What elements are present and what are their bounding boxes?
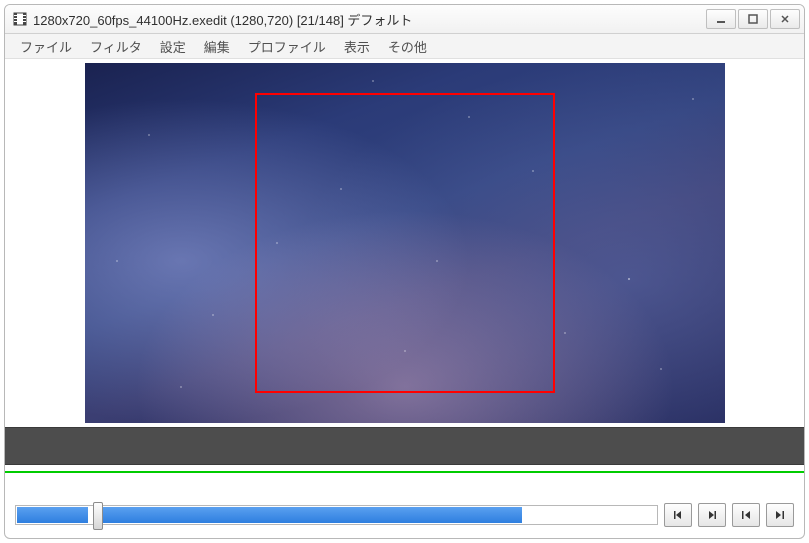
menu-view[interactable]: 表示	[337, 35, 377, 58]
prev-frame-button[interactable]	[664, 503, 692, 527]
menubar: ファイル フィルタ 設定 編集 プロファイル 表示 その他	[5, 34, 804, 59]
menu-setting[interactable]: 設定	[153, 35, 193, 58]
menu-other[interactable]: その他	[381, 35, 434, 58]
menu-file[interactable]: ファイル	[13, 35, 79, 58]
maximize-button[interactable]	[738, 9, 768, 29]
minimize-button[interactable]	[706, 9, 736, 29]
crop-selection-box[interactable]	[255, 93, 555, 393]
titlebar: 1280x720_60fps_44100Hz.exedit (1280,720)…	[5, 5, 804, 34]
app-window: 1280x720_60fps_44100Hz.exedit (1280,720)…	[4, 4, 805, 539]
next-frame-button[interactable]	[698, 503, 726, 527]
window-title: 1280x720_60fps_44100Hz.exedit (1280,720)…	[33, 10, 412, 29]
menu-profile[interactable]: プロファイル	[241, 35, 333, 58]
timeline-strip	[5, 427, 804, 465]
seek-range-b	[99, 507, 522, 523]
spacer	[5, 473, 804, 497]
app-icon	[13, 12, 27, 26]
go-start-button[interactable]	[732, 503, 760, 527]
transport-bar	[5, 497, 804, 533]
seek-thumb[interactable]	[93, 502, 103, 530]
seek-range-a	[17, 507, 88, 523]
menu-edit[interactable]: 編集	[197, 35, 237, 58]
preview-area	[5, 59, 804, 427]
timeline-marker-line	[5, 465, 804, 473]
menu-filter[interactable]: フィルタ	[83, 35, 149, 58]
go-end-button[interactable]	[766, 503, 794, 527]
seek-slider[interactable]	[15, 505, 658, 525]
preview-canvas[interactable]	[85, 63, 725, 423]
close-button[interactable]	[770, 9, 800, 29]
